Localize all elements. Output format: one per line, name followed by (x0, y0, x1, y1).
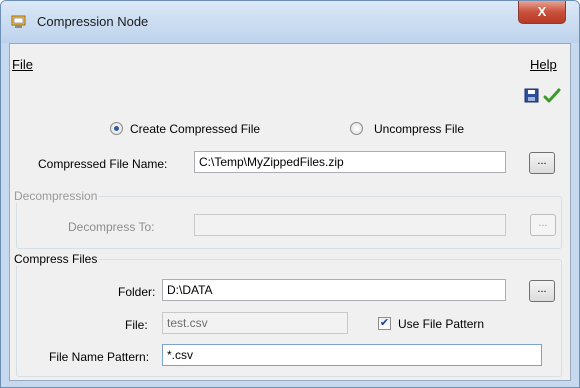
radio-create-label[interactable]: Create Compressed File (130, 122, 260, 136)
radio-uncompress-label[interactable]: Uncompress File (374, 122, 464, 136)
folder-browse-button[interactable]: ... (529, 280, 555, 302)
dialog-body: File Help Create Compressed File Uncompr… (9, 43, 571, 381)
compression-node-window: Compression Node X File Help Create Comp… (0, 0, 580, 388)
file-name-pattern-label: File Name Pattern: (49, 350, 150, 364)
file-label: File: (125, 318, 148, 332)
menu-file-label: File (12, 57, 33, 72)
radio-uncompress[interactable] (350, 122, 363, 135)
decompress-to-input (194, 214, 506, 236)
use-file-pattern-label[interactable]: Use File Pattern (398, 317, 484, 331)
menu-bar: File Help (10, 44, 570, 82)
menu-file[interactable]: File (12, 57, 33, 72)
compress-files-group-title: Compress Files (12, 252, 100, 266)
title-bar[interactable]: Compression Node X (1, 1, 579, 43)
radio-create-compressed[interactable] (110, 122, 123, 135)
close-button[interactable]: X (518, 1, 566, 24)
file-input: test.csv (162, 312, 348, 334)
compressed-file-name-input[interactable]: C:\Temp\MyZippedFiles.zip (194, 151, 506, 173)
folder-input[interactable]: D:\DATA (162, 279, 506, 301)
decompression-group-title: Decompression (12, 189, 100, 203)
folder-label: Folder: (118, 285, 156, 299)
checkmark-icon[interactable] (543, 87, 561, 105)
save-icon[interactable] (523, 87, 541, 105)
compressed-file-browse-button[interactable]: ... (529, 152, 555, 174)
file-name-pattern-input[interactable]: *.csv (162, 344, 542, 366)
menu-help-label: Help (530, 57, 557, 72)
menu-help[interactable]: Help (530, 57, 557, 72)
compressed-file-name-label: Compressed File Name: (38, 157, 168, 171)
use-file-pattern-checkbox[interactable]: ✔ (378, 317, 391, 330)
decompress-to-label: Decompress To: (68, 220, 155, 234)
decompress-browse-button: ... (530, 214, 556, 236)
window-title: Compression Node (37, 14, 149, 29)
app-icon (11, 13, 27, 29)
